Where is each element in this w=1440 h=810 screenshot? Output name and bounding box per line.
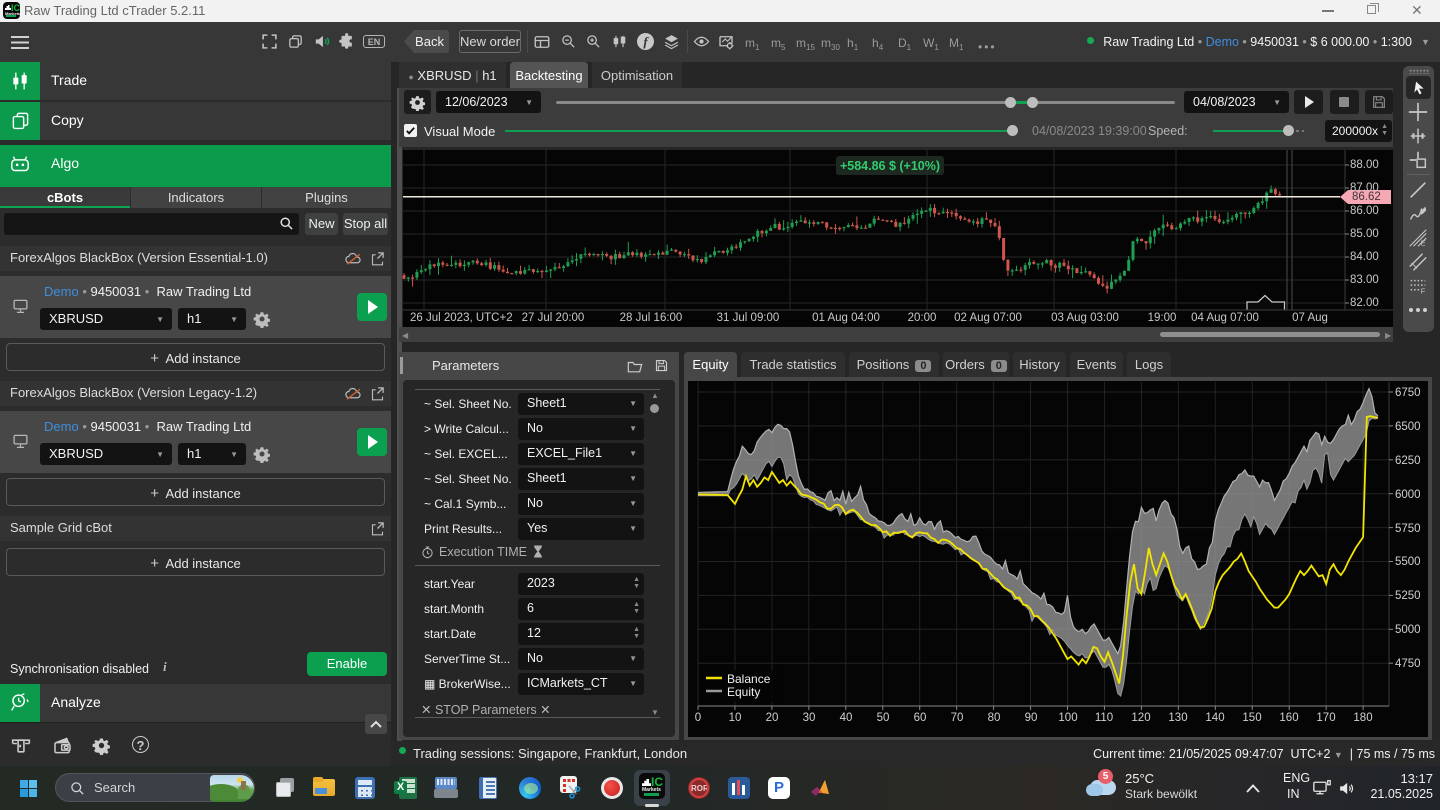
svg-text:E: E (1421, 238, 1426, 247)
svg-text:F: F (1421, 286, 1426, 295)
